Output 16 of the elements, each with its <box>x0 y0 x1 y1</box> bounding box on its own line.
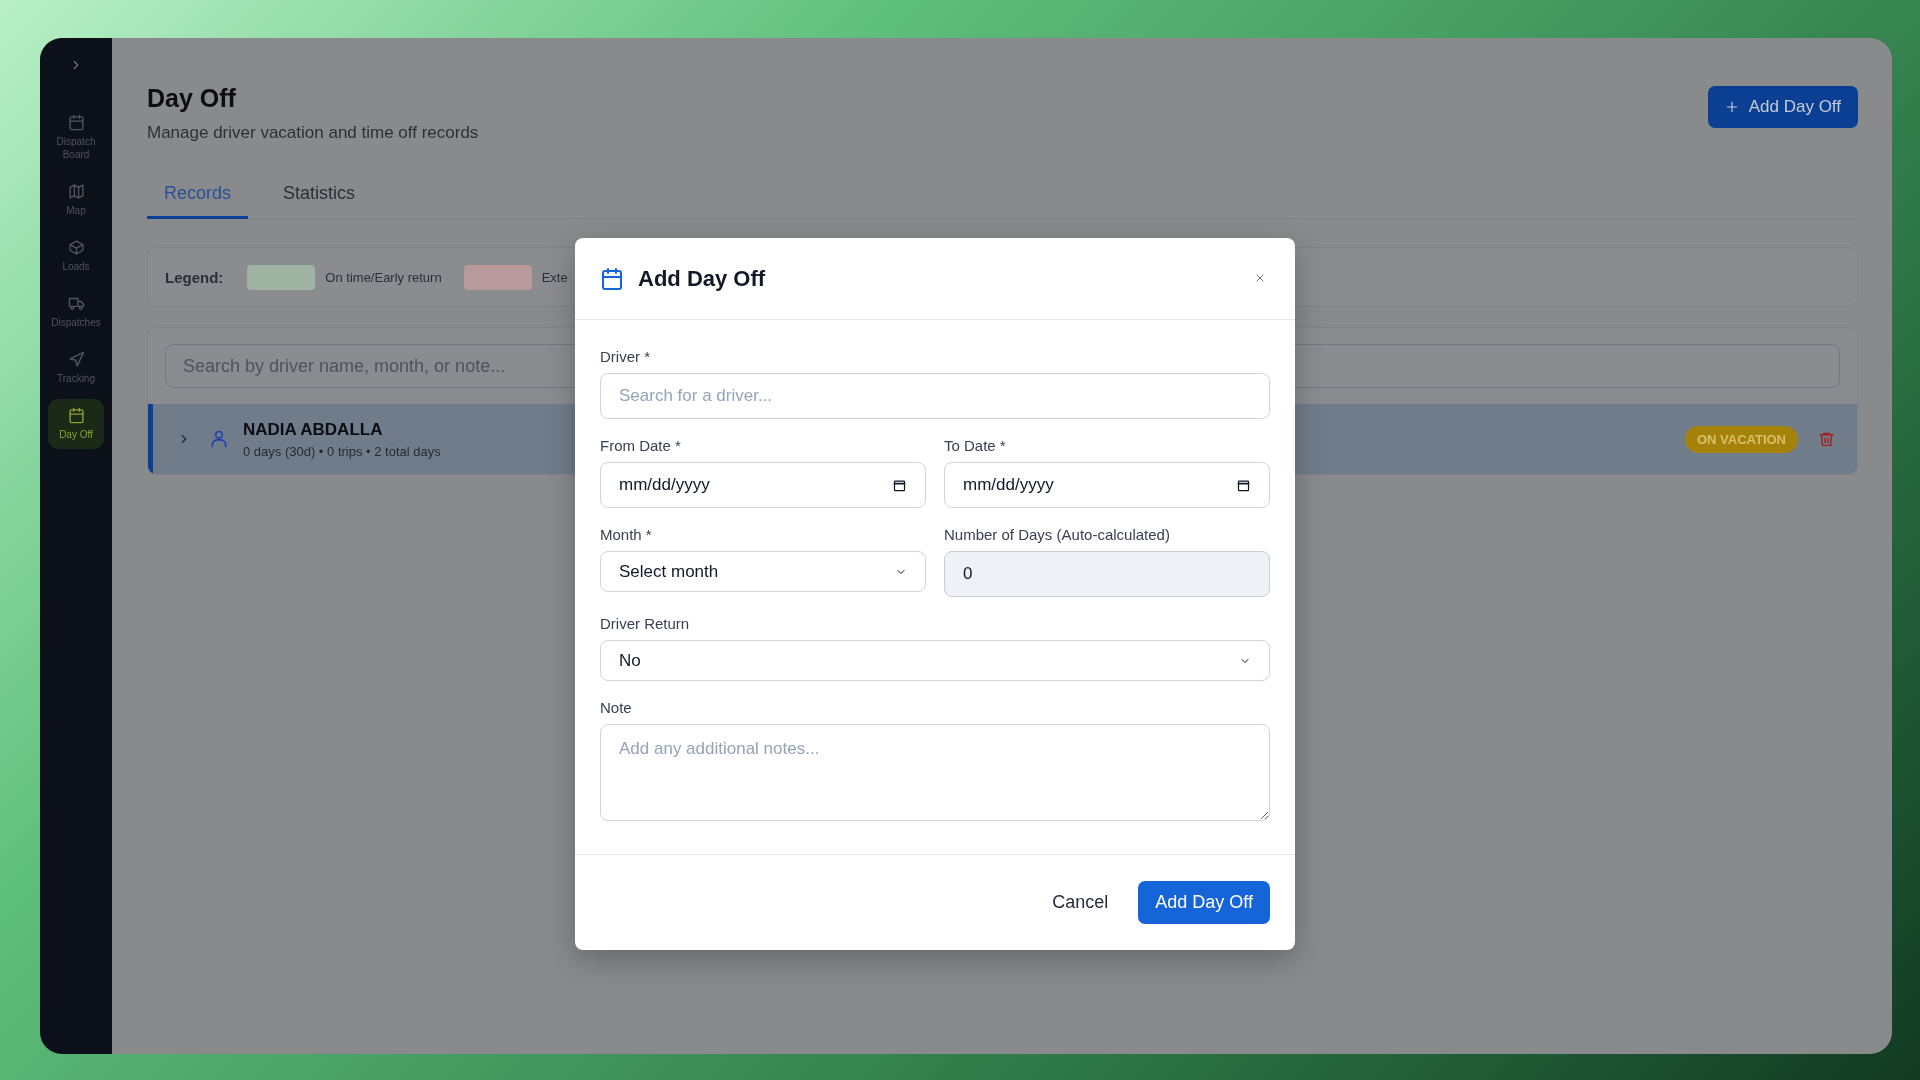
legend-text: On time/Early return <box>325 269 442 285</box>
field-label: To Date * <box>944 437 1007 454</box>
record-summary: 0 days (30d) • 0 trips • 2 total days <box>243 443 441 459</box>
page-title: Day Off <box>147 84 237 113</box>
driver-name: NADIA ABDALLA <box>243 419 383 440</box>
field-label: Driver Return <box>600 615 691 632</box>
field-label: Note <box>600 699 633 716</box>
field-label: Month * <box>600 526 653 543</box>
status-badge: ON VACATION <box>1684 425 1798 453</box>
legend-text: Exte <box>541 269 568 285</box>
legend-label: Legend: <box>165 268 224 286</box>
field-label: Driver * <box>600 348 651 365</box>
field-label: Number of Days (Auto-calculated) <box>944 526 1171 543</box>
field-label: From Date * <box>600 437 682 454</box>
dialog-title: Add Day Off <box>638 265 767 292</box>
page-subtitle: Manage driver vacation and time off records <box>147 123 479 143</box>
